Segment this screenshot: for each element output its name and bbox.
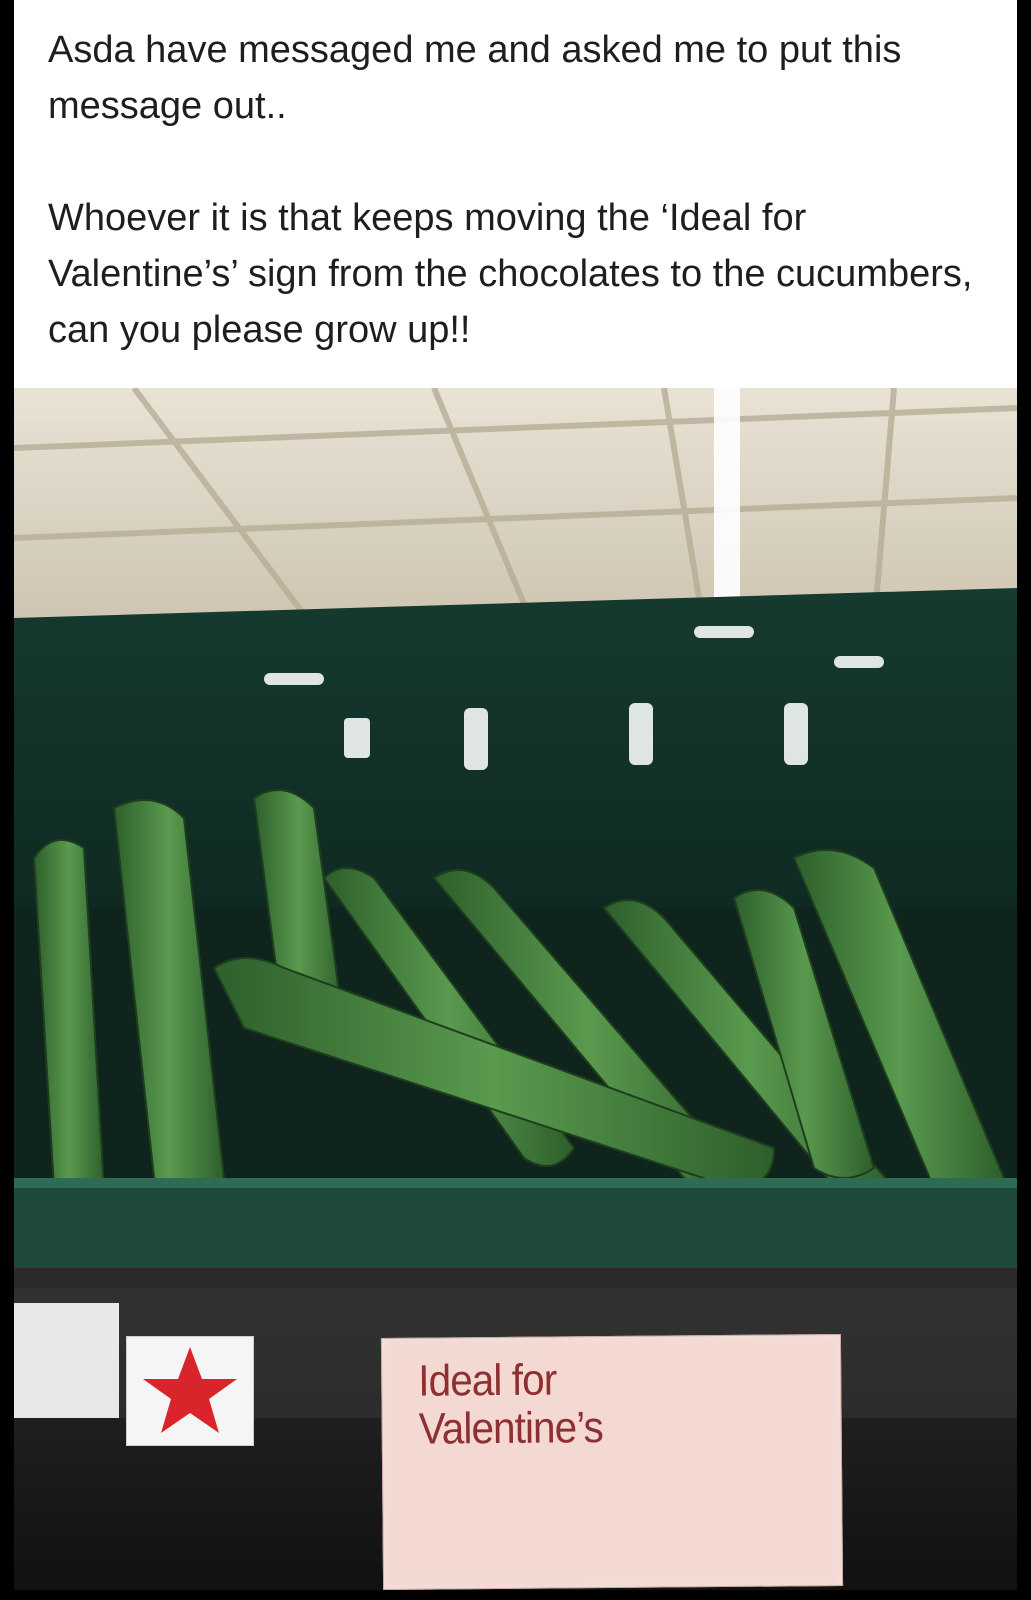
bottom-border: [0, 1590, 1031, 1600]
valentines-sign: Ideal for Valentine’s: [380, 1333, 844, 1590]
post-text: Asda have messaged me and asked me to pu…: [48, 22, 988, 358]
post-container: Asda have messaged me and asked me to pu…: [14, 0, 1017, 1590]
post-paragraph-2: Whoever it is that keeps moving the ‘Ide…: [48, 197, 973, 351]
price-label-fragment: [14, 1303, 119, 1418]
post-paragraph-1: Asda have messaged me and asked me to pu…: [48, 29, 902, 127]
sign-line-1: Ideal for: [418, 1355, 557, 1406]
post-photo[interactable]: Ideal for Valentine’s: [14, 388, 1017, 1590]
sign-line-2: Valentine’s: [418, 1403, 604, 1454]
crate-front: [14, 1178, 1017, 1268]
star-icon: [143, 1347, 237, 1433]
ceiling-light: [714, 388, 740, 608]
star-tag: [126, 1336, 254, 1446]
